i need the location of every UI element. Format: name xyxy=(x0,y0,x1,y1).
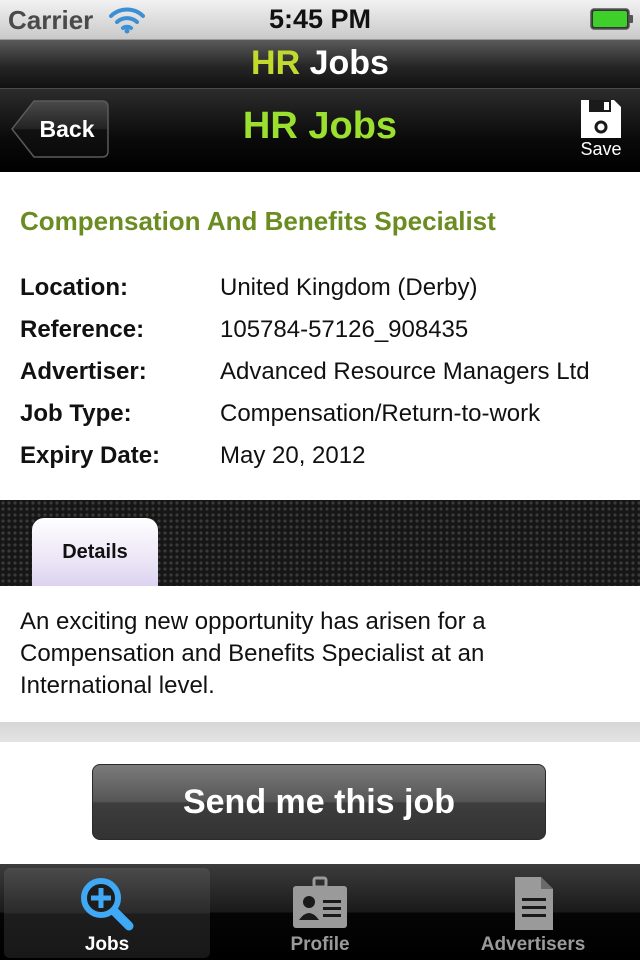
field-value: May 20, 2012 xyxy=(220,442,366,469)
tab-advertisers[interactable]: Advertisers xyxy=(430,868,636,958)
tab-jobs-label: Jobs xyxy=(84,934,130,955)
battery-icon xyxy=(590,8,634,35)
tab-details[interactable]: Details xyxy=(32,518,158,586)
field-row-location: Location: United Kingdom (Derby) xyxy=(20,274,620,310)
app-title-bar: HR Jobs xyxy=(0,40,640,88)
detail-tab-strip: Details xyxy=(0,500,640,586)
tab-advertisers-label: Advertisers xyxy=(480,934,586,955)
tab-jobs[interactable]: Jobs xyxy=(4,868,210,958)
field-row-expiry-date: Expiry Date: May 20, 2012 xyxy=(20,442,620,478)
nav-title: HR Jobs xyxy=(242,105,398,147)
field-value: Advanced Resource Managers Ltd xyxy=(220,358,590,385)
field-row-advertiser: Advertiser: Advanced Resource Managers L… xyxy=(20,358,620,394)
app-title-hr: HR xyxy=(251,44,301,82)
field-label: Expiry Date: xyxy=(20,442,161,469)
field-label: Job Type: xyxy=(20,400,132,427)
job-description: An exciting new opportunity has arisen f… xyxy=(20,608,486,699)
field-row-job-type: Job Type: Compensation/Return-to-work xyxy=(20,400,620,436)
field-value: United Kingdom (Derby) xyxy=(220,274,478,301)
tab-profile-label: Profile xyxy=(290,934,350,955)
job-title: Compensation And Benefits Specialist xyxy=(20,206,496,236)
field-value: 105784-57126_908435 xyxy=(220,316,469,343)
job-info-section: Compensation And Benefits Specialist Loc… xyxy=(0,172,640,500)
app-title-jobs: Jobs xyxy=(309,44,389,82)
field-label: Advertiser: xyxy=(20,358,147,385)
tab-profile[interactable]: Profile xyxy=(217,868,423,958)
clock: 5:45 PM xyxy=(268,4,372,34)
bottom-tab-bar: Jobs Profile Advertisers xyxy=(0,864,640,960)
section-divider xyxy=(0,722,640,742)
save-button-label: Save xyxy=(580,139,622,159)
send-me-this-job-button[interactable]: Send me this job xyxy=(92,764,546,840)
field-row-reference: Reference: 105784-57126_908435 xyxy=(20,316,620,352)
navigation-bar: Back HR Jobs Save xyxy=(0,88,640,172)
field-value: Compensation/Return-to-work xyxy=(220,400,541,427)
status-bar: Carrier 5:45 PM xyxy=(0,0,640,40)
save-button[interactable]: Save xyxy=(576,97,626,163)
field-label: Location: xyxy=(20,274,128,301)
field-label: Reference: xyxy=(20,316,145,343)
